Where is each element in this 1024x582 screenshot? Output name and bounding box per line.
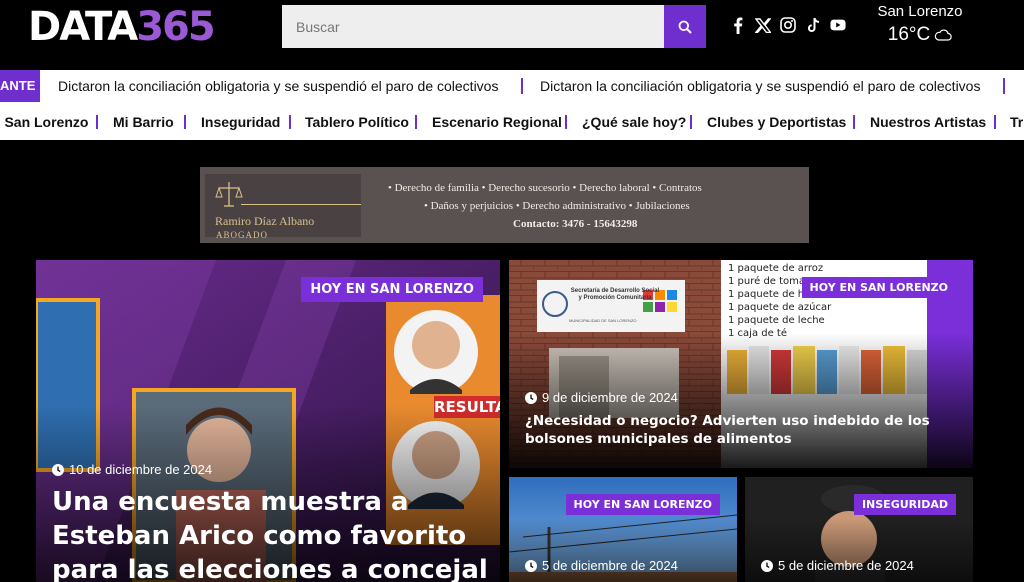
ticker-separator [521, 78, 523, 94]
nav-separator [853, 115, 855, 129]
nav-item-mi-barrio[interactable]: Mi Barrio [113, 102, 174, 140]
nav-separator [96, 115, 98, 129]
weather-city: San Lorenzo [877, 3, 963, 20]
category-badge[interactable]: HOY EN SAN LORENZO [801, 277, 956, 298]
ad-lawyer-name: Ramiro Díaz Albano [215, 214, 315, 228]
article-date-text: 5 de diciembre de 2024 [542, 558, 678, 573]
clock-icon [52, 463, 64, 476]
article-title[interactable]: ¿Necesidad o negocio? Advierten uso inde… [525, 412, 965, 448]
facebook-icon[interactable] [730, 16, 746, 34]
nav-item-hoy-en-san-lorenzo[interactable]: n San Lorenzo [0, 102, 88, 140]
food-list-item: 1 caja de té [728, 328, 788, 339]
article-card-small[interactable]: HOY EN SAN LORENZO 5 de diciembre de 202… [509, 477, 737, 582]
category-badge[interactable]: HOY EN SAN LORENZO [301, 277, 483, 302]
article-date: 10 de diciembre de 2024 [52, 462, 212, 477]
ad-services-line-1: • Derecho de familia • Derecho sucesorio… [388, 182, 702, 194]
article-card-small[interactable]: INSEGURIDAD 5 de diciembre de 2024 [745, 477, 973, 582]
article-date: 5 de diciembre de 2024 [525, 558, 678, 573]
social-links [730, 16, 846, 34]
nav-item-tablero-politico[interactable]: Tablero Político [305, 102, 409, 140]
sign-line-3: MUNICIPALIDAD DE SAN LORENZO [569, 318, 637, 323]
search-bar [282, 5, 706, 48]
weather-widget: San Lorenzo 16°C [870, 3, 970, 46]
nav-item-clubes-y-deportistas[interactable]: Clubes y Deportistas [707, 102, 846, 140]
sign-line-2: y Promoción Comunitaria [578, 295, 652, 301]
nav-separator [994, 115, 996, 129]
logo-text-data: DATA [28, 4, 138, 50]
article-title[interactable]: Una encuesta muestra a Esteban Arico com… [52, 485, 492, 582]
article-date: 9 de diciembre de 2024 [525, 390, 678, 405]
food-list-item: 1 paquete de arroz [728, 263, 824, 274]
category-badge[interactable]: HOY EN SAN LORENZO [565, 494, 720, 515]
article-date-text: 5 de diciembre de 2024 [778, 558, 914, 573]
site-header: DATA365 San Lorenzo 16°C [0, 0, 1024, 62]
article-date: 5 de diciembre de 2024 [761, 558, 914, 573]
nav-item-truncated[interactable]: Tr [1010, 102, 1023, 140]
ticker-separator [1003, 78, 1005, 94]
search-input[interactable] [282, 5, 664, 48]
ad-lawyer-role: ABOGADO [216, 230, 268, 240]
ticker-label: ANTE [0, 70, 40, 102]
sign-line-1: Secretaría de Desarrollo Social [570, 288, 660, 294]
category-nav: n San Lorenzo Mi Barrio Inseguridad Tabl… [0, 102, 1024, 140]
nav-separator [289, 115, 291, 129]
youtube-icon[interactable] [830, 16, 846, 34]
nav-separator [184, 115, 186, 129]
nav-separator [690, 115, 692, 129]
search-icon [678, 20, 692, 34]
ad-logo-box: Ramiro Díaz Albano ABOGADO [205, 174, 361, 240]
nav-item-nuestros-artistas[interactable]: Nuestros Artistas [870, 102, 986, 140]
ad-logo-rule [241, 204, 361, 205]
ad-services-line-2: • Daños y perjuicios • Derecho administr… [424, 200, 690, 212]
nav-separator [415, 115, 417, 129]
nav-item-escenario-regional[interactable]: Escenario Regional [432, 102, 562, 140]
tiktok-icon[interactable] [805, 16, 821, 34]
nav-item-que-sale-hoy[interactable]: ¿Qué sale hoy? [582, 102, 686, 140]
clock-icon [525, 391, 537, 404]
nav-item-inseguridad[interactable]: Inseguridad [201, 102, 280, 140]
article-date-text: 10 de diciembre de 2024 [69, 462, 213, 477]
category-badge[interactable]: INSEGURIDAD [853, 494, 956, 515]
site-logo[interactable]: DATA365 [28, 4, 216, 50]
weather-temperature: 16°C [887, 24, 931, 45]
article-date-text: 9 de diciembre de 2024 [542, 390, 678, 405]
search-button[interactable] [664, 5, 706, 48]
secondary-article-card[interactable]: Secretaría de Desarrollo Social y Promoc… [509, 260, 973, 468]
main-article-card[interactable]: RESULTA HOY EN SAN LORENZO 10 de diciemb… [36, 260, 500, 582]
scales-of-justice-icon [215, 182, 243, 207]
sign-text: Secretaría de Desarrollo Social y Promoc… [565, 288, 665, 302]
cloud-icon [935, 29, 952, 41]
ticker-item[interactable]: Dictaron la conciliación obligatoria y s… [540, 70, 980, 102]
food-list-item: 1 paquete de azúcar [728, 302, 832, 313]
food-list-item: 1 paquete de leche [728, 315, 825, 326]
weather-temperature-row: 16°C [870, 24, 970, 46]
clock-icon [761, 559, 773, 572]
logo-text-365: 365 [136, 4, 215, 50]
clock-icon [525, 559, 537, 572]
lawyer-ad-banner[interactable]: Ramiro Díaz Albano ABOGADO • Derecho de … [200, 167, 809, 243]
breaking-news-ticker: Dictaron la conciliación obligatoria y s… [0, 70, 1024, 102]
nav-separator [565, 115, 567, 129]
ticker-item[interactable]: Dictaron la conciliación obligatoria y s… [58, 70, 498, 102]
instagram-icon[interactable] [780, 16, 796, 34]
x-icon[interactable] [755, 16, 771, 34]
image-overlay-text: RESULTA [434, 398, 500, 416]
ad-contact: Contacto: 3476 - 15643298 [513, 218, 638, 230]
food-list: 1 paquete de arroz 1 puré de tomates 1 p… [728, 262, 831, 340]
